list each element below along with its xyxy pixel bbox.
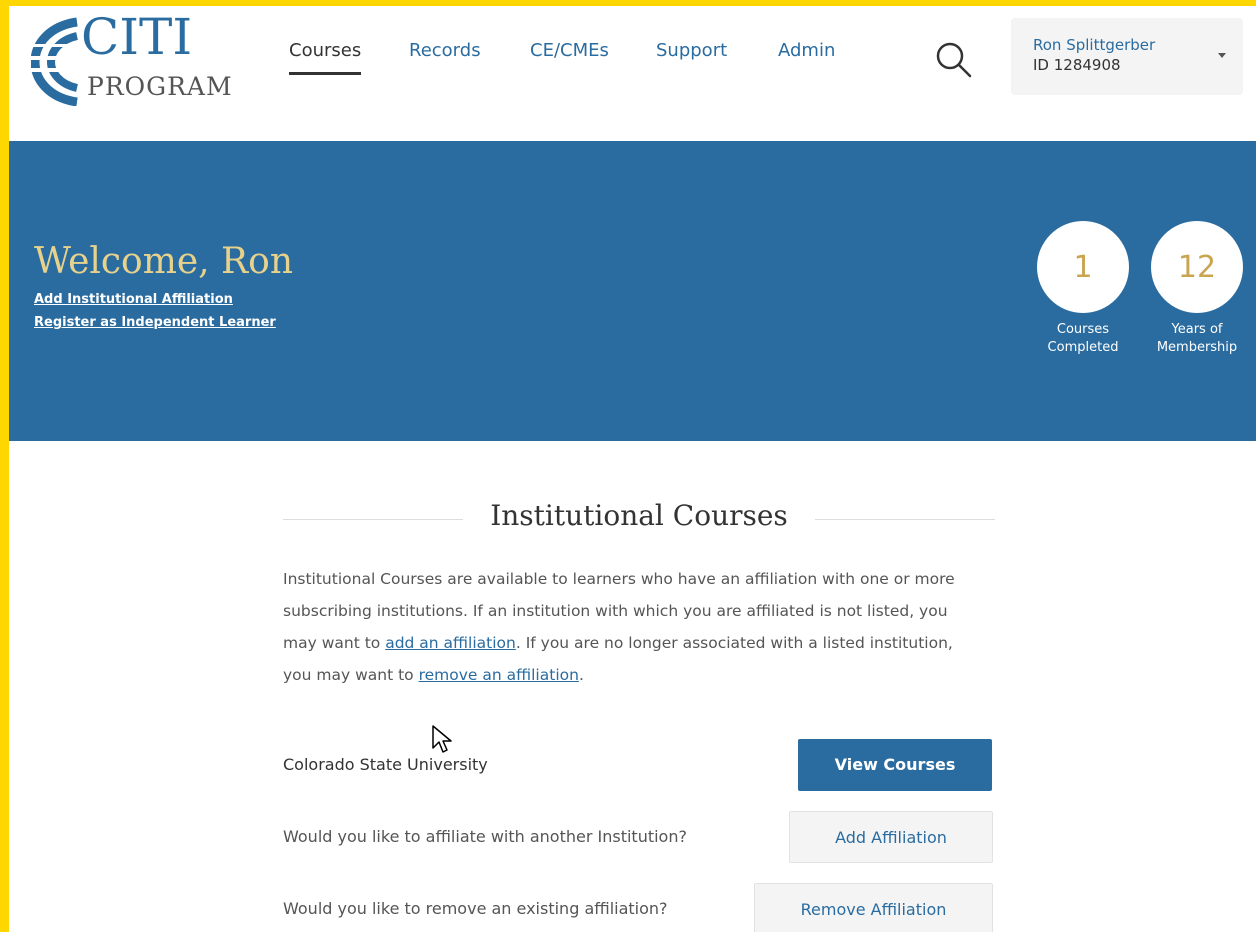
nav-courses[interactable]: Courses — [289, 40, 362, 75]
courses-completed-label-2: Completed — [1047, 340, 1119, 355]
institutional-courses-section: Institutional Courses Institutional Cour… — [283, 441, 995, 932]
logo-text-citi: CITI — [81, 8, 193, 66]
nav-records[interactable]: Records — [409, 40, 481, 61]
remove-affiliation-button[interactable]: Remove Affiliation — [754, 883, 993, 932]
courses-completed-stat: 1 Courses Completed — [1033, 221, 1133, 357]
user-menu-dropdown[interactable]: Ron Splittgerber ID 1284908 — [1011, 18, 1243, 95]
section-title: Institutional Courses — [490, 499, 788, 532]
logo-text-program: PROGRAM — [87, 72, 233, 101]
add-institutional-affiliation-link[interactable]: Add Institutional Affiliation — [34, 292, 233, 307]
nav-admin[interactable]: Admin — [778, 40, 835, 61]
welcome-heading: Welcome, Ron — [34, 241, 294, 282]
search-button[interactable] — [934, 40, 974, 80]
intro-paragraph: Institutional Courses are available to l… — [283, 563, 973, 691]
remove-affiliation-inline-link[interactable]: remove an affiliation — [419, 666, 579, 684]
institution-name: Colorado State University — [283, 755, 488, 774]
chevron-down-icon — [1218, 53, 1226, 58]
add-affiliation-button[interactable]: Add Affiliation — [789, 811, 993, 863]
citi-program-logo[interactable]: CITI PROGRAM — [31, 8, 233, 106]
page-frame: CITI PROGRAM Courses Records CE/CMEs Sup… — [9, 6, 1256, 932]
years-membership-value: 12 — [1151, 221, 1243, 313]
nav-support[interactable]: Support — [656, 40, 727, 61]
globe-logo-icon — [31, 17, 79, 106]
section-title-row: Institutional Courses — [283, 499, 995, 539]
nav-ce-cmes[interactable]: CE/CMEs — [530, 40, 609, 61]
welcome-banner: Welcome, Ron Add Institutional Affiliati… — [9, 141, 1256, 441]
remove-prompt-text: Would you like to remove an existing aff… — [283, 899, 668, 918]
register-independent-learner-link[interactable]: Register as Independent Learner — [34, 315, 276, 330]
courses-completed-label-1: Courses — [1056, 322, 1110, 337]
years-membership-label-1: Years of — [1171, 322, 1223, 337]
years-membership-stat: 12 Years of Membership — [1147, 221, 1247, 357]
intro-text-3: . — [578, 666, 584, 684]
courses-completed-value: 1 — [1037, 221, 1129, 313]
mouse-pointer-icon — [432, 725, 452, 753]
affiliate-prompt-text: Would you like to affiliate with another… — [283, 827, 687, 846]
site-header: CITI PROGRAM Courses Records CE/CMEs Sup… — [9, 6, 1256, 141]
years-membership-label-2: Membership — [1156, 340, 1238, 355]
user-id: ID 1284908 — [1033, 56, 1121, 74]
add-affiliation-inline-link[interactable]: add an affiliation — [385, 634, 516, 652]
view-courses-button[interactable]: View Courses — [798, 739, 992, 791]
user-name: Ron Splittgerber — [1033, 36, 1156, 54]
search-icon — [936, 42, 972, 78]
